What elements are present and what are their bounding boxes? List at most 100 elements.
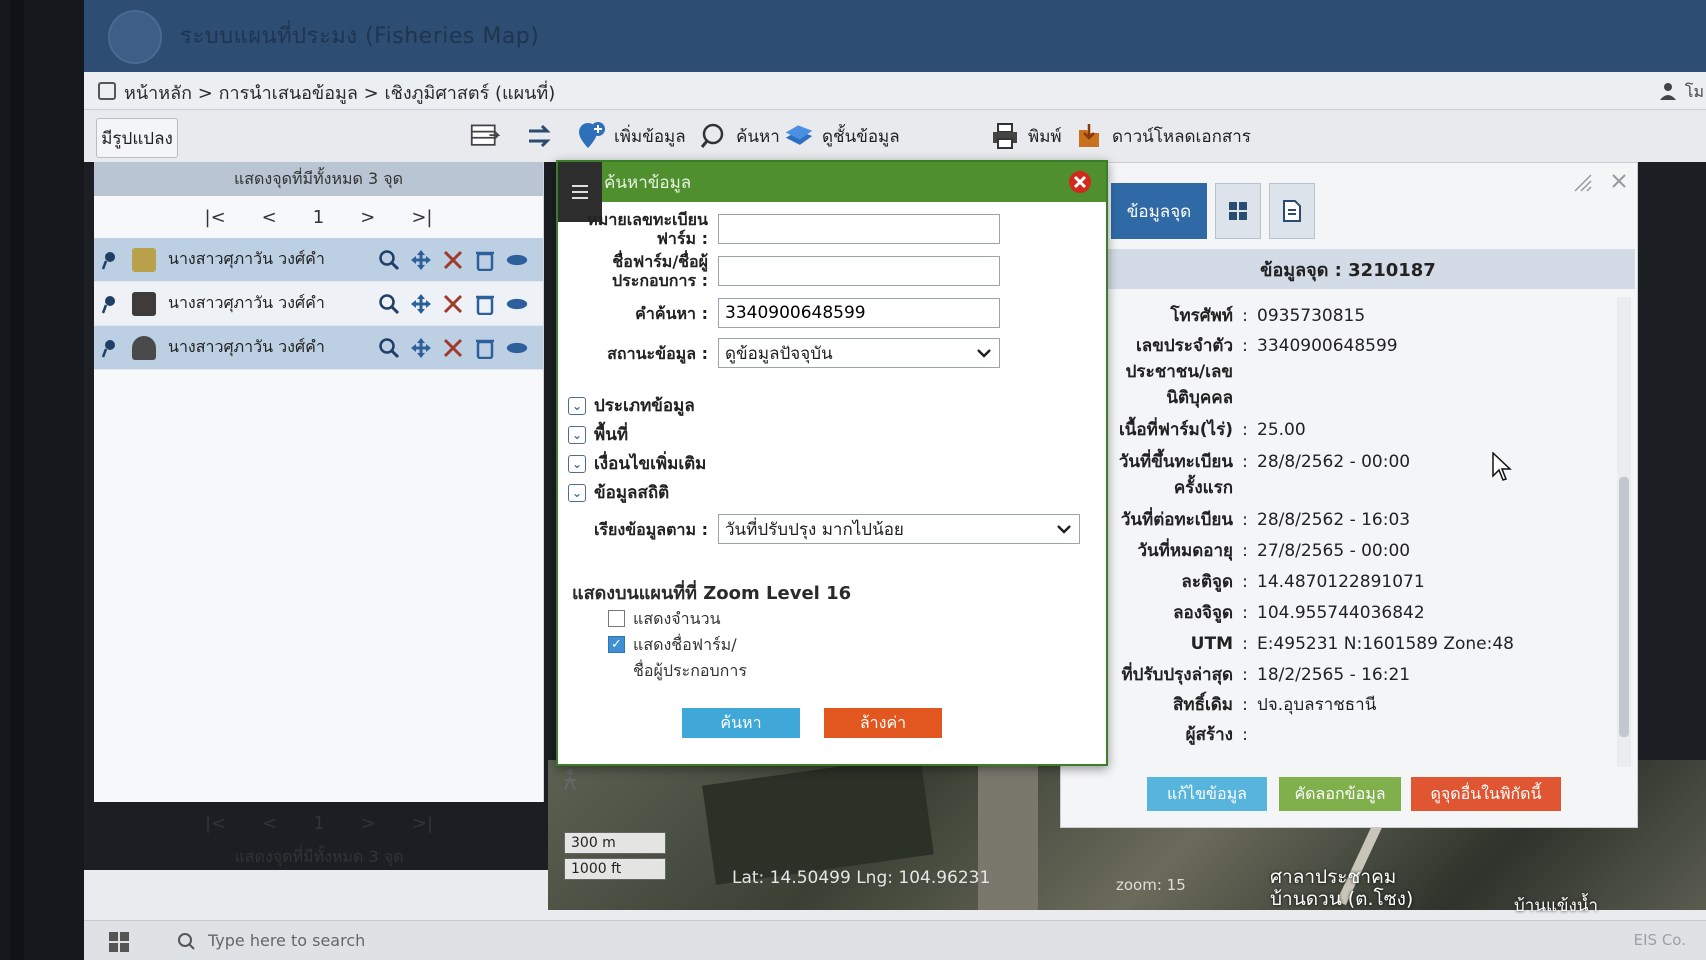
layers-icon xyxy=(784,121,814,151)
keyword-label: คำค้นหา : xyxy=(635,303,708,323)
point-info-header: ข้อมูลจุด : 3210187 xyxy=(1061,249,1635,289)
farm-type-icon xyxy=(132,335,156,360)
scale-feet: 1000 ft xyxy=(564,858,666,880)
show-count-checkbox[interactable] xyxy=(608,610,625,627)
map-poi-label[interactable]: บ้านแข้งน้ำ xyxy=(1514,892,1598,919)
section-extra-conditions[interactable]: ⌄ เงื่อนไขเพิ่มเติม xyxy=(568,450,706,477)
view-layers-tool[interactable]: ดูชั้นข้อมูล xyxy=(784,114,900,158)
pager-last[interactable]: >| xyxy=(412,813,433,834)
export-tool[interactable] xyxy=(470,114,500,158)
close-icon[interactable] xyxy=(1611,173,1627,189)
layer-disc-icon[interactable] xyxy=(506,249,528,271)
cursor-coordinates: Lat: 14.50499 Lng: 104.96231 xyxy=(732,868,991,888)
download-label: ดาวน์โหลดเอกสาร xyxy=(1112,126,1251,147)
move-icon[interactable] xyxy=(410,337,432,359)
delete-icon[interactable] xyxy=(474,249,496,271)
move-icon[interactable] xyxy=(410,249,432,271)
pager-last[interactable]: >| xyxy=(411,207,432,228)
pager-next[interactable]: > xyxy=(361,813,376,834)
breadcrumb[interactable]: หน้าหลัก > การนำเสนอข้อมูล > เชิงภูมิศาส… xyxy=(124,78,555,107)
zoom-search-icon[interactable] xyxy=(378,249,400,271)
pager-prev[interactable]: < xyxy=(262,207,277,228)
section-area[interactable]: ⌄ พื้นที่ xyxy=(568,421,628,448)
tab-point-info[interactable]: ข้อมูลจุด xyxy=(1111,183,1207,239)
copy-data-button[interactable]: คัดลอกข้อมูล xyxy=(1279,777,1401,811)
edit-tools-icon[interactable] xyxy=(442,249,464,271)
show-count-option[interactable]: แสดงจำนวน xyxy=(608,606,721,632)
farm-reg-input[interactable] xyxy=(718,214,1000,244)
farm-reg-label: หมายเลขทะเบียนฟาร์ม : xyxy=(587,210,708,248)
windows-start-icon[interactable] xyxy=(108,931,130,953)
brand-watermark: EIS Co. xyxy=(1633,931,1686,949)
user-icon[interactable] xyxy=(1658,81,1678,101)
pager-first[interactable]: |< xyxy=(205,813,226,834)
pegman-icon[interactable] xyxy=(556,760,584,800)
sort-select[interactable]: วันที่ปรับปรุง มากไปน้อย xyxy=(718,514,1080,544)
layer-toggle-button[interactable]: มีรูปแปลง xyxy=(96,118,178,158)
keyword-input[interactable] xyxy=(718,298,1000,328)
print-tool[interactable]: พิมพ์ xyxy=(990,114,1062,158)
layer-disc-icon[interactable] xyxy=(506,337,528,359)
list-item[interactable]: นางสาวศุภาวัน วงศ์คำ xyxy=(94,238,543,282)
search-icon xyxy=(698,121,728,151)
mouse-cursor-icon xyxy=(1492,452,1512,481)
app-logo xyxy=(108,10,162,64)
section-statistics[interactable]: ⌄ ข้อมูลสถิติ xyxy=(568,479,669,506)
farm-name-input[interactable] xyxy=(718,256,1000,286)
delete-icon[interactable] xyxy=(474,337,496,359)
status-select[interactable]: ดูข้อมูลปัจจุบัน xyxy=(718,338,1000,368)
hamburger-icon xyxy=(572,185,588,199)
info-row-farm-area: เนื้อที่ฟาร์ม(ไร่):25.00 xyxy=(1119,420,1306,440)
clear-button[interactable]: ล้างค่า xyxy=(824,708,942,738)
chevron-down-icon: ⌄ xyxy=(568,454,586,473)
result-rows: นางสาวศุภาวัน วงศ์คำ นางสาวศุภาวัน วงศ์ค… xyxy=(94,238,543,370)
edit-tools-icon[interactable] xyxy=(442,293,464,315)
add-data-tool[interactable]: เพิ่มข้อมูล xyxy=(576,114,686,158)
show-farm-name-option[interactable]: ✓ แสดงชื่อฟาร์ม/ชื่อผู้ประกอบการ xyxy=(608,632,747,684)
pager-first[interactable]: |< xyxy=(205,207,226,228)
tab-grid[interactable] xyxy=(1215,183,1261,239)
zoom-search-icon[interactable] xyxy=(378,337,400,359)
dialog-title: ค้นหาข้อมูล xyxy=(558,162,1106,202)
section-data-type[interactable]: ⌄ ประเภทข้อมูล xyxy=(568,392,695,419)
edit-tools-icon[interactable] xyxy=(442,337,464,359)
taskbar-search-icon[interactable] xyxy=(176,931,196,951)
home-icon[interactable] xyxy=(98,82,116,100)
info-row-citizen-id: เลขประจำตัว:3340900648599 xyxy=(1136,336,1398,356)
list-item[interactable]: นางสาวศุภาวัน วงศ์คำ xyxy=(94,282,543,326)
download-tool[interactable]: ดาวน์โหลดเอกสาร xyxy=(1074,114,1251,158)
scrollbar-thumb[interactable] xyxy=(1619,477,1629,737)
poi-name: ศาลาประชาคม xyxy=(1270,866,1397,888)
delete-icon[interactable] xyxy=(474,293,496,315)
info-scrollbar[interactable] xyxy=(1617,297,1631,767)
move-icon[interactable] xyxy=(410,293,432,315)
scale-meters: 300 m xyxy=(564,832,666,854)
map-poi-label[interactable]: ศาลาประชาคม บ้านดวน (ต.โซง) xyxy=(1270,866,1413,910)
list-item[interactable]: นางสาวศุภาวัน วงศ์คำ xyxy=(94,326,543,370)
pager-next[interactable]: > xyxy=(360,207,375,228)
info-row-juristic: นิติบุคคล xyxy=(1166,388,1233,408)
map-pin-icon[interactable] xyxy=(102,338,118,358)
screen-bezel xyxy=(0,0,84,960)
pager-prev[interactable]: < xyxy=(262,813,277,834)
tab-document[interactable] xyxy=(1269,183,1315,239)
view-nearby-points-button[interactable]: ดูจุดอื่นในพิกัดนี้ xyxy=(1411,777,1561,811)
map-pin-icon[interactable] xyxy=(102,294,118,314)
info-row-longitude: ลองจิจูด:104.955744036842 xyxy=(1173,603,1425,623)
swap-tool[interactable] xyxy=(524,114,554,158)
os-taskbar: Type here to search EIS Co. xyxy=(84,920,1706,960)
chevron-down-icon: ⌄ xyxy=(568,425,586,444)
search-tool[interactable]: ค้นหา xyxy=(698,114,780,158)
layer-disc-icon[interactable] xyxy=(506,293,528,315)
panel-window-controls xyxy=(1573,173,1627,193)
user-label[interactable]: โม xyxy=(1685,80,1704,105)
show-farm-name-checkbox[interactable]: ✓ xyxy=(608,636,625,653)
search-button[interactable]: ค้นหา xyxy=(682,708,800,738)
taskbar-search-input[interactable]: Type here to search xyxy=(208,931,365,950)
map-pin-icon[interactable] xyxy=(102,250,118,270)
edit-data-button[interactable]: แก้ไขข้อมูล xyxy=(1147,777,1267,811)
zoom-search-icon[interactable] xyxy=(378,293,400,315)
close-icon[interactable] xyxy=(1068,170,1092,194)
view-layers-label: ดูชั้นข้อมูล xyxy=(822,126,900,147)
resize-icon[interactable] xyxy=(1573,173,1593,193)
